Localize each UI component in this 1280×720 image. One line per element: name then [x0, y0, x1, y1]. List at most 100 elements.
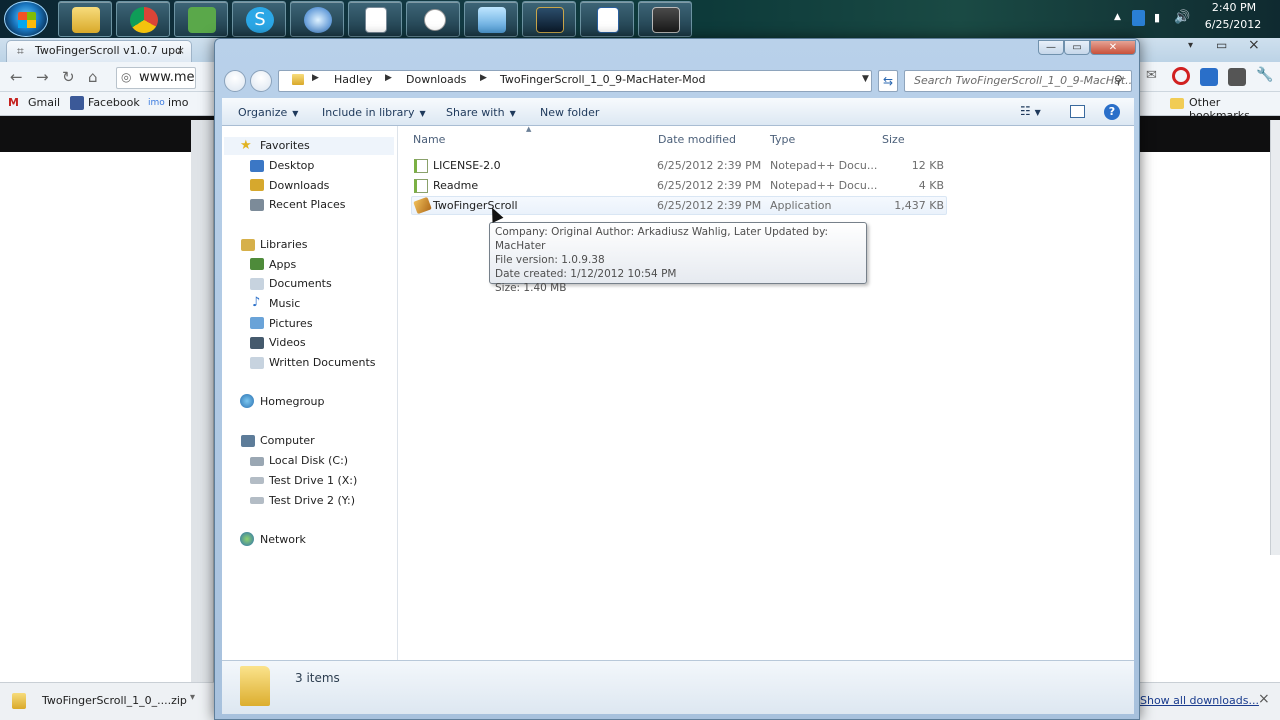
organize-label: Organize — [238, 106, 288, 119]
nav-favorites[interactable]: Favorites — [260, 139, 310, 152]
nav-computer[interactable]: Computer — [260, 434, 315, 447]
taskbar-explorer-button[interactable] — [58, 1, 112, 37]
column-header-size[interactable]: Size — [882, 133, 905, 146]
taskbar-clock-button[interactable] — [406, 1, 460, 37]
close-downloads-icon[interactable]: × — [1258, 691, 1270, 707]
nav-downloads[interactable]: Downloads — [269, 179, 329, 192]
include-in-library-button[interactable]: Include in library ▼ — [322, 106, 426, 119]
taskbar-document-button[interactable] — [348, 1, 402, 37]
taskbar-word-doc-button[interactable] — [580, 1, 634, 37]
nav-local-disk[interactable]: Local Disk (C:) — [269, 454, 348, 467]
volume-icon[interactable]: 🔊 — [1174, 10, 1190, 25]
nav-music[interactable]: Music — [269, 297, 300, 310]
organize-button[interactable]: Organize ▼ — [238, 106, 298, 119]
bookmark-gmail[interactable]: Gmail — [28, 96, 60, 109]
browser-maximize-icon[interactable]: ▭ — [1216, 38, 1227, 52]
taskbar-league-button[interactable] — [522, 1, 576, 37]
taskbar-evernote-button[interactable] — [174, 1, 228, 37]
libraries-icon — [241, 239, 255, 251]
item-count: 3 items — [295, 671, 340, 685]
table-row[interactable]: LICENSE-2.0 6/25/2012 2:39 PM Notepad++ … — [411, 157, 947, 176]
close-button[interactable]: ✕ — [1090, 40, 1136, 55]
breadcrumb-downloads[interactable]: Downloads — [406, 73, 466, 86]
breadcrumb-hadley[interactable]: Hadley — [334, 73, 372, 86]
bluetooth-icon[interactable] — [1132, 10, 1145, 26]
network-icon — [240, 532, 254, 546]
breadcrumb-arrow-icon[interactable]: ▶ — [312, 73, 319, 83]
column-header-type[interactable]: Type — [770, 133, 795, 146]
tab-close-icon[interactable]: × — [176, 44, 185, 57]
nav-recent-places[interactable]: Recent Places — [269, 198, 346, 211]
file-info-tooltip: Company: Original Author: Arkadiusz Wahl… — [489, 222, 867, 294]
search-input[interactable]: Search TwoFingerScroll_1_0_9-MacHat... — [904, 70, 1132, 92]
nav-network[interactable]: Network — [260, 533, 306, 546]
column-header-name[interactable]: Name — [413, 133, 445, 146]
browser-scrollbar[interactable] — [1270, 120, 1280, 555]
new-folder-button[interactable]: New folder — [540, 106, 599, 119]
show-all-downloads-link[interactable]: Show all downloads... — [1140, 694, 1259, 707]
extension-icon[interactable] — [1228, 68, 1246, 86]
evernote-icon — [188, 7, 216, 33]
breadcrumb-current-folder[interactable]: TwoFingerScroll_1_0_9-MacHater-Mod — [500, 73, 705, 86]
preview-pane-icon[interactable] — [1070, 105, 1085, 118]
extension-badge-icon[interactable] — [1200, 68, 1218, 86]
browser-close-icon[interactable]: × — [1248, 37, 1260, 53]
breadcrumb-arrow-icon[interactable]: ▶ — [385, 73, 392, 83]
forward-button[interactable] — [250, 70, 272, 92]
taskbar-chrome-button[interactable] — [116, 1, 170, 37]
share-with-button[interactable]: Share with ▼ — [446, 106, 516, 119]
view-options-icon[interactable]: ☷ ▼ — [1020, 104, 1041, 118]
maximize-button[interactable]: ▭ — [1064, 40, 1090, 55]
download-menu-icon[interactable]: ▾ — [190, 692, 195, 703]
download-item[interactable]: TwoFingerScroll_1_0_....zip — [42, 694, 187, 707]
window-caption-buttons: — ▭ ✕ — [1038, 40, 1140, 56]
bookmark-imo[interactable]: imo — [168, 96, 189, 109]
start-button[interactable] — [4, 1, 48, 37]
file-size: 1,437 KB — [894, 199, 944, 212]
clock-time[interactable]: 2:40 PM — [1210, 1, 1258, 14]
control-panel-icon — [478, 7, 506, 33]
opera-extension-icon[interactable] — [1172, 67, 1190, 85]
taskbar-skype-button[interactable]: S — [232, 1, 286, 37]
refresh-button[interactable]: ⇆ — [878, 70, 898, 92]
word-doc-icon — [597, 7, 619, 33]
mail-extension-icon[interactable]: ✉ — [1146, 68, 1157, 83]
back-button[interactable] — [224, 70, 246, 92]
nav-desktop[interactable]: Desktop — [269, 159, 314, 172]
taskbar-monitor-button[interactable] — [638, 1, 692, 37]
breadcrumb-arrow-icon[interactable]: ▶ — [480, 73, 487, 83]
clock-date[interactable]: 6/25/2012 — [1202, 18, 1264, 31]
nav-apps[interactable]: Apps — [269, 258, 296, 271]
browser-home-icon[interactable]: ⌂ — [88, 68, 98, 86]
browser-forward-icon[interactable]: → — [36, 68, 49, 86]
recent-places-icon — [250, 199, 264, 211]
browser-url-field[interactable]: ◎ www.me — [116, 67, 196, 89]
nav-test-drive-2[interactable]: Test Drive 2 (Y:) — [269, 494, 355, 507]
network-signal-icon[interactable]: ▮ — [1154, 11, 1160, 24]
nav-videos[interactable]: Videos — [269, 336, 306, 349]
browser-reload-icon[interactable]: ↻ — [62, 68, 75, 86]
file-name: LICENSE-2.0 — [433, 159, 501, 172]
column-header-date[interactable]: Date modified — [658, 133, 736, 146]
nav-test-drive-1[interactable]: Test Drive 1 (X:) — [269, 474, 357, 487]
browser-tab[interactable]: ⌗ TwoFingerScroll v1.0.7 upd × — [6, 40, 192, 62]
minimize-button[interactable]: — — [1038, 40, 1064, 55]
browser-back-icon[interactable]: ← — [10, 68, 23, 86]
taskbar-control-panel-button[interactable] — [464, 1, 518, 37]
nav-documents[interactable]: Documents — [269, 277, 332, 290]
table-row[interactable]: Readme 6/25/2012 2:39 PM Notepad++ Docu.… — [411, 177, 947, 196]
nav-written-documents[interactable]: Written Documents — [269, 356, 376, 369]
search-icon[interactable]: ⚲ — [1114, 73, 1123, 87]
tooltip-created: Date created: 1/12/2012 10:54 PM — [495, 268, 677, 280]
nav-libraries[interactable]: Libraries — [260, 238, 308, 251]
help-icon[interactable]: ? — [1104, 104, 1120, 120]
bookmark-facebook[interactable]: Facebook — [88, 96, 140, 109]
tray-expand-icon[interactable]: ▲ — [1114, 12, 1121, 22]
taskbar-itunes-button[interactable] — [290, 1, 344, 37]
nav-pictures[interactable]: Pictures — [269, 317, 313, 330]
nav-homegroup[interactable]: Homegroup — [260, 395, 324, 408]
browser-minimize-icon[interactable]: ▾ — [1188, 40, 1193, 51]
wrench-icon[interactable]: 🔧 — [1256, 67, 1273, 83]
address-dropdown-icon[interactable]: ▼ — [862, 74, 869, 84]
music-icon: ♪ — [252, 295, 261, 310]
